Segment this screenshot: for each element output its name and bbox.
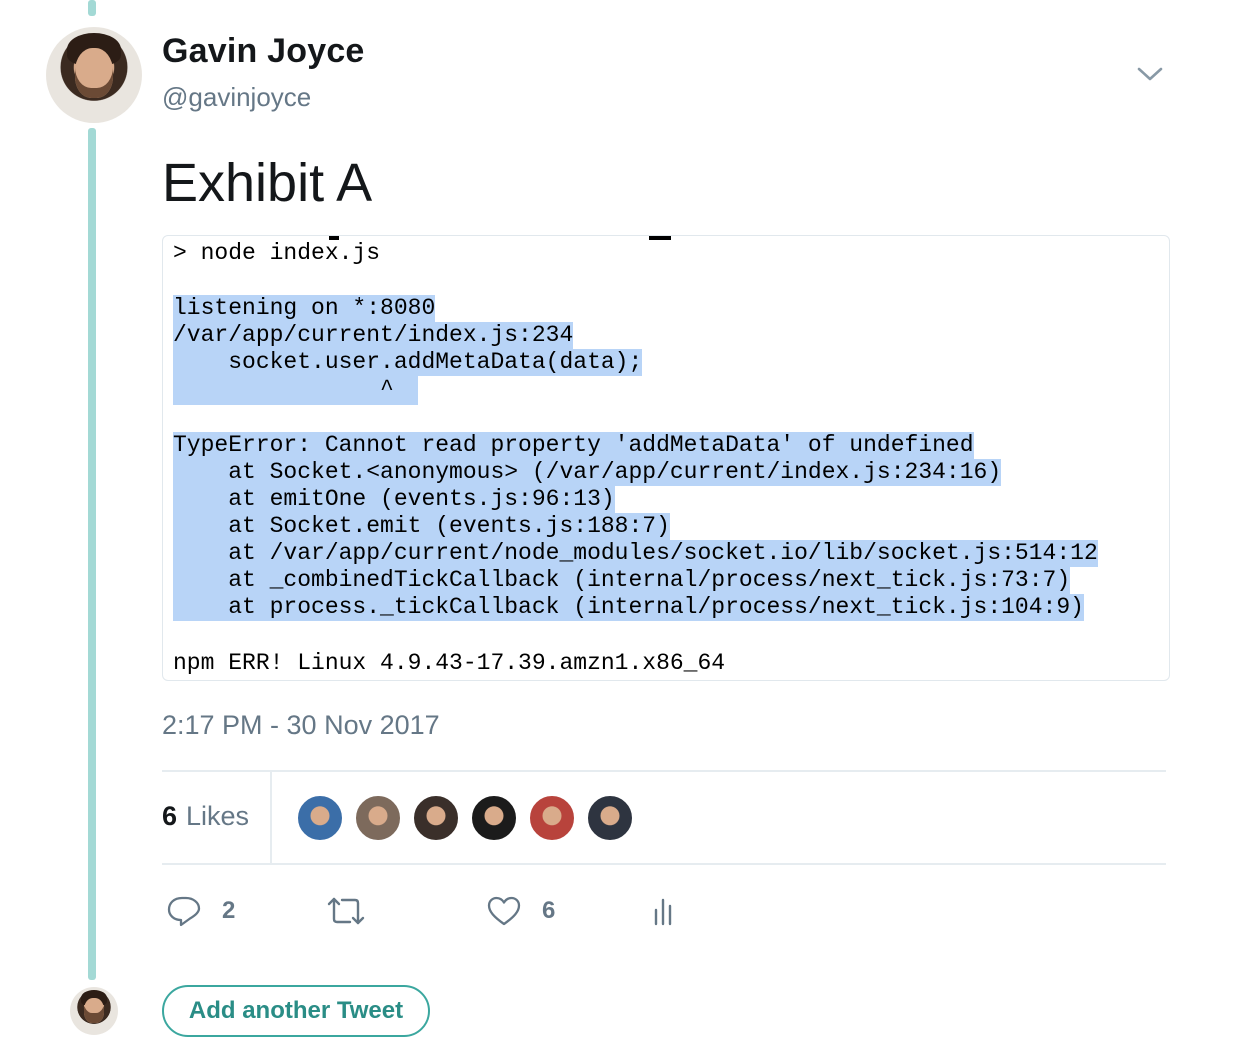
reply-count: 2 (222, 897, 236, 924)
divider (162, 770, 1166, 772)
analytics-icon (654, 898, 672, 926)
divider (270, 772, 272, 864)
tweet-image[interactable]: > node index.js listening on *:8080 /var… (162, 235, 1170, 681)
code-line: TypeError: Cannot read property 'addMeta… (173, 432, 974, 459)
liker-avatar[interactable] (412, 794, 460, 842)
author-avatar[interactable] (46, 27, 142, 123)
code-line: socket.user.addMetaData(data); (173, 349, 643, 376)
retweet-icon (327, 897, 365, 925)
image-crop-fragment (649, 236, 671, 240)
author-name[interactable]: Gavin Joyce (162, 32, 365, 71)
heart-icon (487, 896, 521, 926)
liker-avatar[interactable] (528, 794, 576, 842)
reply-icon (167, 896, 201, 927)
like-count: 6 (542, 897, 556, 924)
chevron-down-icon[interactable] (1136, 62, 1164, 86)
tweet-timestamp[interactable]: 2:17 PM - 30 Nov 2017 (162, 710, 440, 741)
likes-count[interactable]: 6 (162, 801, 177, 832)
code-line: npm ERR! Linux 4.9.43-17.39.amzn1.x86_64 (173, 650, 726, 676)
add-another-tweet-button[interactable]: Add another Tweet (162, 985, 430, 1037)
tweet-text: Exhibit A (162, 153, 373, 213)
code-line: at Socket.emit (events.js:188:7) (173, 513, 670, 540)
divider (162, 863, 1166, 865)
code-line: at emitOne (events.js:96:13) (173, 486, 615, 513)
author-handle[interactable]: @gavinjoyce (162, 82, 311, 113)
code-line: at process._tickCallback (internal/proce… (173, 594, 1084, 621)
retweet-button[interactable] (326, 893, 366, 929)
liker-avatar[interactable] (354, 794, 402, 842)
code-line: at /var/app/current/node_modules/socket.… (173, 540, 1098, 567)
code-line: > node index.js (173, 240, 381, 266)
liker-avatar[interactable] (296, 794, 344, 842)
code-line: listening on *:8080 (173, 295, 436, 322)
reply-button[interactable]: 2 (166, 893, 246, 929)
liker-avatar[interactable] (470, 794, 518, 842)
likes-label[interactable]: Likes (186, 801, 249, 832)
code-line: /var/app/current/index.js:234 (173, 322, 574, 349)
code-line: at Socket.<anonymous> (/var/app/current/… (173, 459, 1002, 486)
avatar-face (74, 48, 114, 99)
avatar-face (84, 997, 104, 1023)
code-line: ^ (173, 376, 394, 402)
thread-line (88, 128, 96, 980)
code-line: at _combinedTickCallback (internal/proce… (173, 567, 1071, 594)
liker-avatar[interactable] (586, 794, 634, 842)
like-button[interactable]: 6 (486, 893, 566, 929)
current-user-avatar (70, 987, 118, 1035)
thread-line-top (88, 0, 96, 16)
analytics-button[interactable] (652, 893, 678, 929)
